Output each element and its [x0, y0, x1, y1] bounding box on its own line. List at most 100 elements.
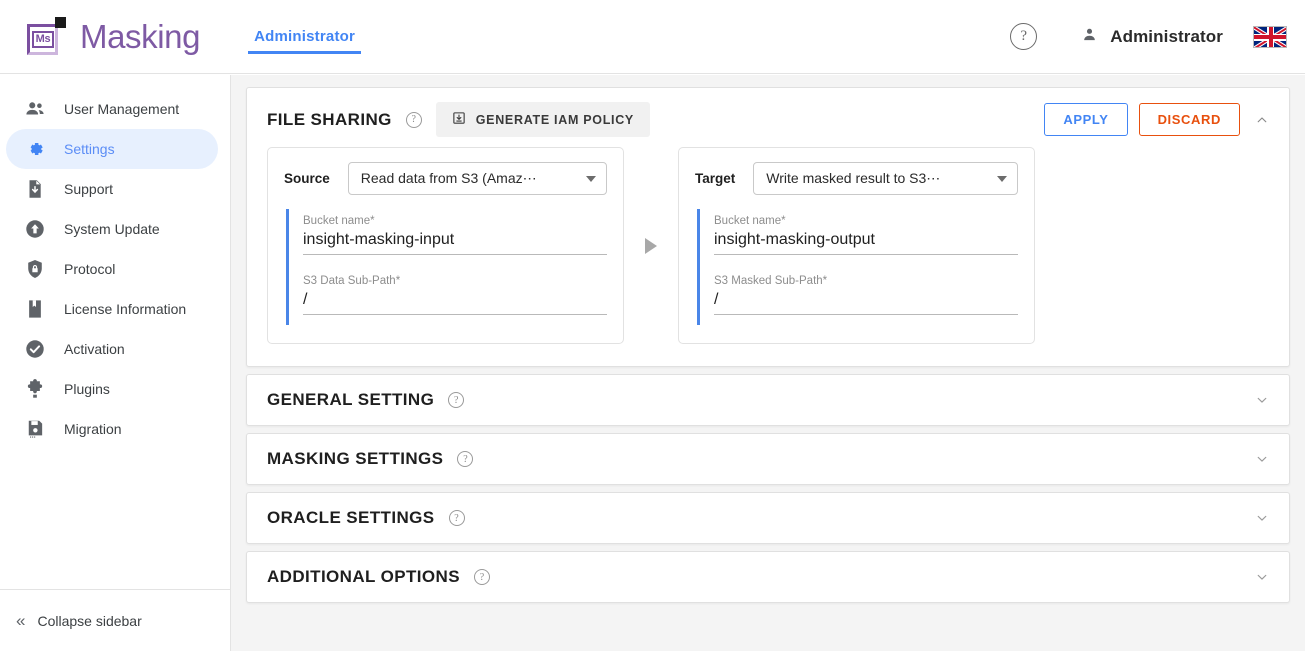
sidebar-item-label: User Management [64, 101, 180, 117]
target-bucket-name-label: Bucket name* [714, 215, 786, 227]
sidebar-item-settings[interactable]: Settings [6, 129, 218, 169]
check-circle-icon [24, 338, 46, 360]
flag-cross-red-v [1268, 26, 1273, 47]
play-triangle-icon [645, 237, 657, 254]
user-menu[interactable]: Administrator [1081, 26, 1223, 48]
puzzle-piece-icon [24, 378, 46, 400]
sidebar-item-migration[interactable]: Migration [6, 409, 218, 449]
person-icon [1081, 26, 1098, 48]
chevron-down-icon[interactable] [1251, 448, 1273, 470]
target-sub-path-field: S3 Masked Sub-Path* [714, 275, 1018, 315]
help-glyph: ? [454, 512, 459, 524]
help-circle-icon[interactable]: ? [457, 451, 474, 467]
file-sharing-body: Source Read data from S3 (Amaz⋯ Bucket n… [247, 147, 1289, 366]
chevron-down-icon[interactable] [1251, 389, 1273, 411]
help-glyph: ? [463, 453, 468, 465]
apply-button[interactable]: APPLY [1044, 103, 1128, 136]
uk-flag-icon[interactable] [1253, 25, 1287, 48]
user-name-label: Administrator [1110, 26, 1223, 46]
source-card: Source Read data from S3 (Amaz⋯ Bucket n… [267, 147, 624, 344]
masking-logo-icon: Ms [26, 15, 68, 59]
section-oracle-settings[interactable]: ORACLE SETTINGS ? [246, 492, 1290, 544]
sidebar-item-license-information[interactable]: License Information [6, 289, 218, 329]
tab-administrator[interactable]: Administrator [248, 0, 362, 74]
chevron-down-icon [586, 175, 596, 182]
main-content: FILE SHARING ? GENERATE IAM POLICY APPLY… [231, 75, 1305, 651]
section-title: ADDITIONAL OPTIONS [267, 567, 460, 586]
file-sharing-panel: FILE SHARING ? GENERATE IAM POLICY APPLY… [246, 87, 1290, 367]
sidebar-item-system-update[interactable]: System Update [6, 209, 218, 249]
source-bucket-name-field: Bucket name* [303, 215, 607, 255]
source-sub-path-input[interactable] [303, 290, 607, 315]
source-fields: Bucket name* S3 Data Sub-Path* [286, 209, 607, 325]
bookmark-icon [24, 298, 46, 320]
sidebar-item-support[interactable]: Support [6, 169, 218, 209]
sidebar-item-label: Support [64, 181, 114, 197]
target-sub-path-input[interactable] [714, 290, 1018, 315]
document-download-icon [24, 178, 46, 200]
target-label: Target [695, 171, 736, 186]
section-masking-settings[interactable]: MASKING SETTINGS ? [246, 433, 1290, 485]
save-disk-icon [24, 418, 46, 440]
sidebar-item-protocol[interactable]: Protocol [6, 249, 218, 289]
download-box-icon [452, 111, 466, 128]
help-glyph: ? [1020, 28, 1028, 44]
sidebar-item-label: System Update [64, 221, 160, 237]
help-circle-icon[interactable]: ? [405, 111, 422, 128]
source-type-select[interactable]: Read data from S3 (Amaz⋯ [347, 162, 607, 195]
source-select-row: Source Read data from S3 (Amaz⋯ [284, 162, 607, 195]
section-general-setting[interactable]: GENERAL SETTING ? [246, 374, 1290, 426]
header-actions: ? Administrator [1010, 23, 1305, 50]
sidebar-item-activation[interactable]: Activation [6, 329, 218, 369]
target-bucket-name-input[interactable] [714, 230, 1018, 255]
help-circle-icon[interactable]: ? [448, 392, 465, 408]
help-glyph: ? [453, 394, 459, 406]
brand-name: Masking [80, 17, 201, 55]
panel-actions: APPLY DISCARD [1044, 103, 1273, 136]
discard-button[interactable]: DISCARD [1138, 103, 1240, 136]
source-label: Source [284, 171, 330, 186]
help-glyph: ? [411, 114, 416, 125]
sidebar-item-plugins[interactable]: Plugins [6, 369, 218, 409]
source-sub-path-label: S3 Data Sub-Path* [303, 275, 401, 287]
users-icon [24, 98, 46, 120]
generate-iam-policy-label: GENERATE IAM POLICY [475, 112, 634, 127]
sidebar-nav: User Management Settings Support System … [0, 75, 230, 449]
chevron-down-icon [997, 175, 1007, 182]
arrow-up-circle-icon [24, 218, 46, 240]
sidebar: User Management Settings Support System … [0, 75, 231, 651]
sidebar-item-label: Migration [64, 421, 122, 437]
tab-administrator-label: Administrator [254, 28, 356, 45]
help-circle-icon[interactable]: ? [473, 569, 490, 585]
file-sharing-header: FILE SHARING ? GENERATE IAM POLICY APPLY… [247, 88, 1289, 147]
target-type-select[interactable]: Write masked result to S3⋯ [753, 162, 1018, 195]
gear-icon [24, 138, 46, 160]
target-bucket-name-field: Bucket name* [714, 215, 1018, 255]
sidebar-item-label: Activation [64, 341, 125, 357]
source-bucket-name-input[interactable] [303, 230, 607, 255]
target-sub-path-label: S3 Masked Sub-Path* [714, 275, 828, 287]
double-chevron-left-icon: « [16, 611, 26, 630]
source-bucket-name-label: Bucket name* [303, 215, 375, 227]
sidebar-item-label: Protocol [64, 261, 116, 277]
target-fields: Bucket name* S3 Masked Sub-Path* [697, 209, 1018, 325]
logo-ms-text: Ms [32, 30, 54, 48]
help-circle-icon[interactable]: ? [1010, 23, 1038, 50]
tab-active-underline [248, 50, 362, 54]
shield-lock-icon [24, 258, 46, 280]
help-glyph: ? [479, 571, 485, 583]
chevron-down-icon[interactable] [1251, 566, 1273, 588]
logo-black-square [55, 16, 66, 28]
chevron-up-icon[interactable] [1251, 109, 1273, 131]
section-additional-options[interactable]: ADDITIONAL OPTIONS ? [246, 551, 1290, 603]
target-card: Target Write masked result to S3⋯ Bucket… [678, 147, 1035, 344]
page-title: FILE SHARING [267, 109, 392, 129]
chevron-down-icon[interactable] [1251, 507, 1273, 529]
help-circle-icon[interactable]: ? [448, 510, 465, 526]
flow-direction-indicator [624, 147, 678, 344]
section-title: ORACLE SETTINGS [267, 508, 435, 527]
collapse-sidebar-button[interactable]: « Collapse sidebar [0, 589, 231, 651]
collapse-sidebar-label: Collapse sidebar [37, 612, 142, 629]
generate-iam-policy-button[interactable]: GENERATE IAM POLICY [435, 102, 650, 137]
sidebar-item-user-management[interactable]: User Management [6, 89, 218, 129]
